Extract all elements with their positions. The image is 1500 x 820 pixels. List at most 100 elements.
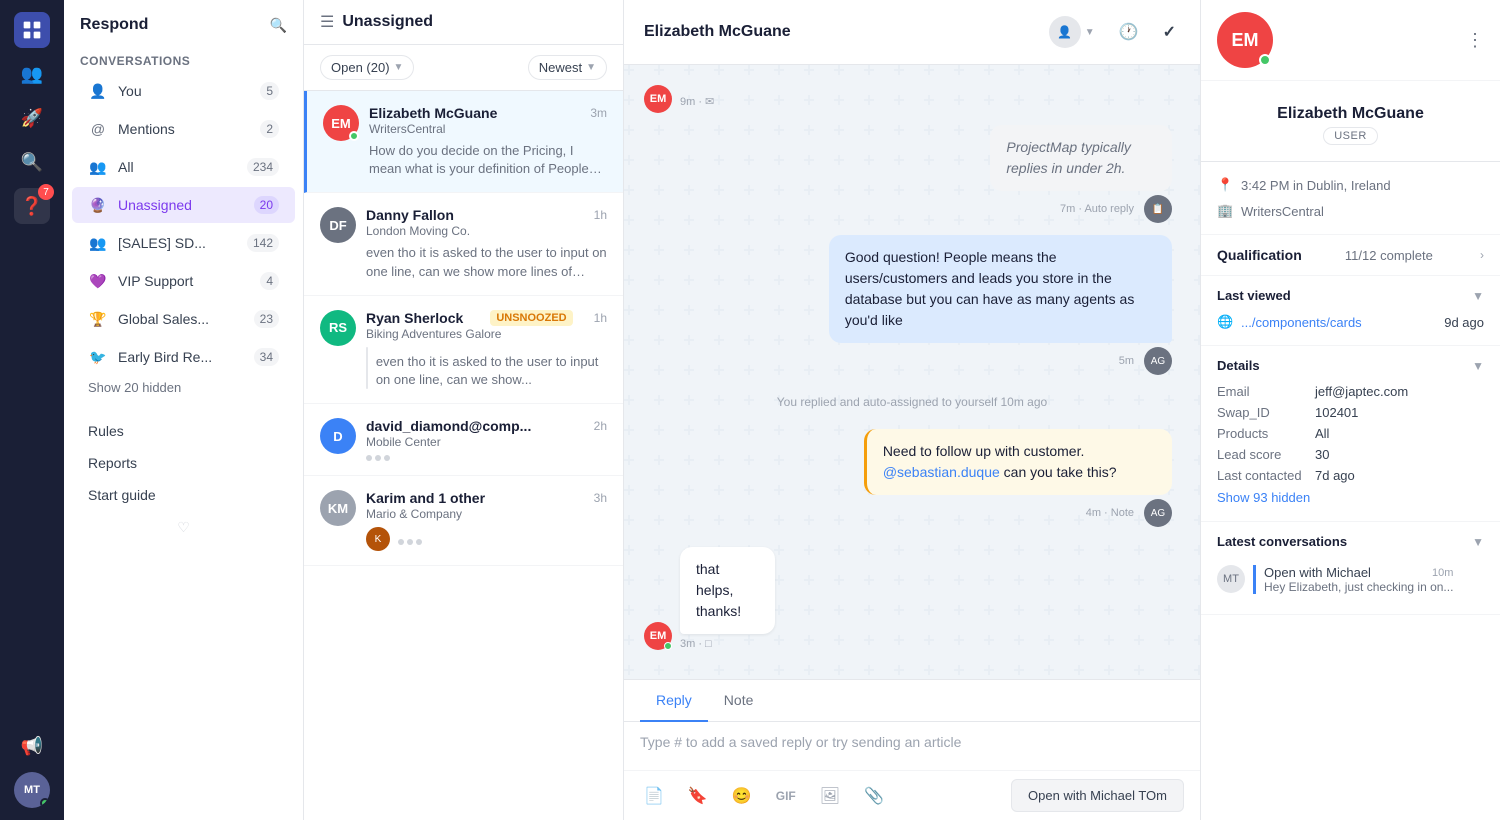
latest-conversations-section: Latest conversations ▼ MT Open with Mich…	[1201, 522, 1500, 615]
gif-icon[interactable]: GIF	[772, 785, 800, 807]
nav-header: Respond 🔍	[64, 0, 303, 42]
message-row-thanks: EM that helps, thanks! 3m · □	[644, 547, 1180, 650]
message-bubble-note: Need to follow up with customer. @sebast…	[864, 429, 1172, 495]
resolve-button[interactable]: ✓	[1159, 18, 1180, 46]
conv-filters: Open (20) ▼ Newest ▼	[304, 45, 623, 91]
sales-icon: 👥	[88, 233, 108, 253]
auto-reply-text: ProjectMap typically replies in under 2h…	[1006, 139, 1131, 176]
conv-preview-elizabeth: How do you decide on the Pricing, I mean…	[369, 142, 607, 178]
message-avatar-thanks: EM	[644, 622, 672, 650]
message-row-note: Need to follow up with customer. @sebast…	[644, 429, 1172, 527]
user-avatar-sidebar[interactable]: MT	[14, 772, 50, 808]
check-icon: ✓	[1163, 22, 1176, 42]
snooze-button[interactable]: 🕐	[1115, 18, 1143, 46]
sidebar-item-earlybird[interactable]: 🐦 Early Bird Re... 34	[72, 339, 295, 375]
email-label: Email	[1217, 384, 1307, 399]
conv-avatar-david: D	[320, 418, 356, 454]
attachment-icon[interactable]: 📎	[860, 782, 888, 810]
open-with-button[interactable]: Open with Michael TOm	[1011, 779, 1184, 812]
filter-open-button[interactable]: Open (20) ▼	[320, 55, 414, 80]
reply-actions: 📄 🔖 😊 GIF 🖼 📎 Open with Michael TOm	[624, 770, 1200, 820]
app-logo[interactable]	[14, 12, 50, 48]
latest-conv-chevron-icon[interactable]: ▼	[1472, 535, 1484, 549]
conv-item-danny[interactable]: DF Danny Fallon 1h London Moving Co. eve…	[304, 193, 623, 295]
sidebar-item-mentions[interactable]: @ Mentions 2	[72, 111, 295, 147]
reply-tab-note[interactable]: Note	[708, 680, 770, 722]
conversations-section-label: Conversations	[64, 42, 303, 72]
sidebar-item-all[interactable]: 👥 All 234	[72, 149, 295, 185]
message-row-auto-reply: ProjectMap typically replies in under 2h…	[644, 125, 1172, 223]
assign-chevron-icon: ▼	[1085, 27, 1095, 38]
sidebar-item-mentions-label: Mentions	[118, 121, 250, 137]
reports-link[interactable]: Reports	[72, 447, 295, 479]
details-chevron-icon[interactable]: ▼	[1472, 359, 1484, 373]
chat-messages: EM 9m · ✉ ProjectMap typically replies i…	[624, 65, 1200, 679]
image-icon[interactable]: 🖼	[816, 782, 844, 810]
emoji-icon[interactable]: 😊	[728, 782, 756, 810]
menu-icon[interactable]: ☰	[320, 12, 334, 32]
sidebar-item-earlybird-label: Early Bird Re...	[118, 349, 244, 365]
sidebar-icon-search[interactable]: 🔍	[14, 144, 50, 180]
qualification-chevron-icon[interactable]: ›	[1480, 248, 1484, 262]
start-guide-link[interactable]: Start guide	[72, 479, 295, 511]
conv-item-ryan[interactable]: RS Ryan Sherlock UNSNOOZED 1h Biking Adv…	[304, 296, 623, 404]
conv-time-elizabeth: 3m	[590, 106, 607, 120]
filter-newest-label: Newest	[539, 60, 582, 75]
sidebar-item-you[interactable]: 👤 You 5	[72, 73, 295, 109]
conv-info-karim: Karim and 1 other 3h Mario & Company K	[366, 490, 607, 551]
conv-item-elizabeth[interactable]: EM Elizabeth McGuane 3m WritersCentral H…	[304, 91, 623, 193]
contact-location: 3:42 PM in Dublin, Ireland	[1241, 178, 1391, 193]
global-icon: 🏆	[88, 309, 108, 329]
message-bubble-outgoing: Good question! People means the users/cu…	[829, 235, 1172, 343]
conv-item-karim[interactable]: KM Karim and 1 other 3h Mario & Company …	[304, 476, 623, 566]
chat-area: Elizabeth McGuane 👤 ▼ 🕐 ✓ EM 9m · ✉	[624, 0, 1200, 820]
filter-open-label: Open (20)	[331, 60, 390, 75]
reply-tab-reply[interactable]: Reply	[640, 680, 708, 722]
latest-conv-time: 10m	[1432, 567, 1453, 579]
outgoing-time: 5m	[1119, 355, 1134, 367]
sidebar-item-sales[interactable]: 👥 [SALES] SD... 142	[72, 225, 295, 261]
conv-avatar-danny: DF	[320, 207, 356, 243]
show-93-hidden-button[interactable]: Show 93 hidden	[1217, 486, 1484, 509]
conv-company-david: Mobile Center	[366, 435, 607, 449]
conv-company-ryan: Biking Adventures Galore	[366, 327, 607, 341]
outgoing-meta: 5m AG	[1119, 347, 1172, 375]
sidebar-icon-badge[interactable]: ❓	[14, 188, 50, 224]
article-icon[interactable]: 📄	[640, 782, 668, 810]
conv-name-danny: Danny Fallon	[366, 207, 454, 223]
conv-time-danny: 1h	[594, 208, 607, 222]
lead-score-label: Lead score	[1217, 447, 1307, 462]
conv-name-elizabeth: Elizabeth McGuane	[369, 105, 497, 121]
show-hidden-button[interactable]: Show 20 hidden	[64, 376, 303, 399]
last-contacted-label: Last contacted	[1217, 468, 1307, 483]
nav-sidebar: Respond 🔍 Conversations 👤 You 5 @ Mentio…	[64, 0, 304, 820]
last-viewed-url[interactable]: .../components/cards	[1241, 315, 1362, 330]
bookmark-icon[interactable]: 🔖	[684, 782, 712, 810]
nav-search-icon[interactable]: 🔍	[270, 17, 287, 34]
sidebar-item-vip[interactable]: 💜 VIP Support 4	[72, 263, 295, 299]
assign-agent-button[interactable]: 👤 ▼	[1045, 12, 1099, 52]
last-viewed-chevron-icon[interactable]: ▼	[1472, 289, 1484, 303]
contact-more-icon[interactable]: ⋮	[1466, 30, 1484, 51]
filter-newest-button[interactable]: Newest ▼	[528, 55, 607, 80]
sidebar-icon-conversations[interactable]: 👥	[14, 56, 50, 92]
outgoing-text: Good question! People means the users/cu…	[845, 249, 1135, 328]
reply-tabs: Reply Note	[624, 680, 1200, 722]
sidebar-icon-megaphone[interactable]: 📢	[14, 728, 50, 764]
rules-link[interactable]: Rules	[72, 415, 295, 447]
latest-conversations-title: Latest conversations	[1217, 534, 1347, 549]
note-meta: 4m · Note AG	[1086, 499, 1172, 527]
unsnoozed-badge: UNSNOOZED	[490, 310, 572, 326]
message-bubble-thanks: that helps, thanks!	[680, 547, 775, 634]
conv-item-david[interactable]: D david_diamond@comp... 2h Mobile Center	[304, 404, 623, 476]
sidebar-item-unassigned-label: Unassigned	[118, 197, 244, 213]
latest-conv-item[interactable]: MT Open with Michael 10m Hey Elizabeth, …	[1217, 557, 1484, 602]
contact-online-dot	[1259, 54, 1271, 66]
heart-icon[interactable]: ♡	[64, 511, 303, 544]
sidebar-item-unassigned[interactable]: 🔮 Unassigned 20	[72, 187, 295, 223]
conv-avatar-ryan-initials: RS	[329, 320, 347, 335]
sidebar-item-global[interactable]: 🏆 Global Sales... 23	[72, 301, 295, 337]
reply-input[interactable]: Type # to add a saved reply or try sendi…	[624, 722, 1200, 770]
sidebar-icon-rocket[interactable]: 🚀	[14, 100, 50, 136]
message-time-1: 9m · ✉	[680, 95, 714, 108]
